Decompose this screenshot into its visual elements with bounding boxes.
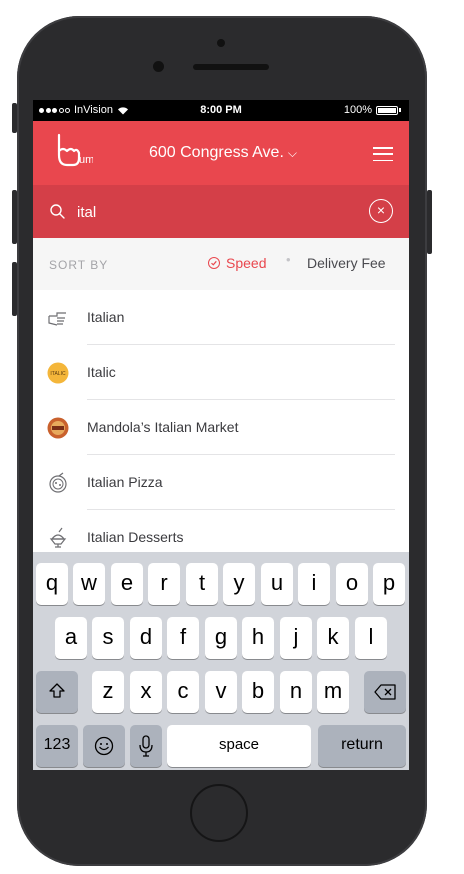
key-k[interactable]: k	[317, 617, 349, 659]
key-t[interactable]: t	[186, 563, 218, 605]
search-bar: ×	[33, 185, 409, 238]
result-label: Italian Desserts	[87, 529, 184, 545]
key-w[interactable]: w	[73, 563, 105, 605]
key-z[interactable]: z	[92, 671, 124, 713]
app-logo-icon[interactable]: um	[49, 131, 93, 175]
key-b[interactable]: b	[242, 671, 274, 713]
key-q[interactable]: q	[36, 563, 68, 605]
status-bar: InVision 8:00 PM 100%	[33, 100, 409, 121]
logo-text: um	[79, 154, 93, 166]
key-u[interactable]: u	[261, 563, 293, 605]
battery-icon	[376, 105, 398, 115]
microphone-icon	[139, 735, 153, 757]
keyboard-row-1: q w e r t y u i o p	[33, 563, 409, 605]
key-i[interactable]: i	[298, 563, 330, 605]
app-screen: InVision 8:00 PM 100% um 600 Congress Av…	[33, 100, 409, 770]
list-item[interactable]: ITALIC Italic	[33, 345, 409, 400]
keyboard-row-4: 123 space return	[33, 725, 409, 767]
address-label: 600 Congress Ave.	[148, 144, 284, 161]
result-label: Mandola’s Italian Market	[87, 419, 239, 435]
front-camera	[153, 61, 164, 72]
shift-arrow-icon	[49, 683, 65, 698]
key-h[interactable]: h	[242, 617, 274, 659]
key-o[interactable]: o	[336, 563, 368, 605]
space-key[interactable]: space	[167, 725, 311, 767]
result-label: Italic	[87, 364, 116, 380]
key-n[interactable]: n	[280, 671, 312, 713]
numbers-key[interactable]: 123	[36, 725, 78, 767]
shift-key[interactable]	[36, 671, 78, 713]
key-s[interactable]: s	[92, 617, 124, 659]
svg-text:ITALIC: ITALIC	[50, 371, 66, 377]
key-f[interactable]: f	[167, 617, 199, 659]
list-item[interactable]: Mandola’s Italian Market	[33, 400, 409, 455]
volume-down-button	[12, 262, 17, 316]
home-button[interactable]	[190, 784, 248, 842]
address-selector[interactable]: 600 Congress Ave. ⌵	[123, 121, 323, 185]
menu-icon[interactable]	[373, 147, 393, 161]
emoji-icon	[94, 736, 114, 756]
key-d[interactable]: d	[130, 617, 162, 659]
key-g[interactable]: g	[205, 617, 237, 659]
emoji-key[interactable]	[83, 725, 125, 767]
return-key[interactable]: return	[318, 725, 406, 767]
sort-option-delivery-fee[interactable]: Delivery Fee	[307, 255, 386, 271]
backspace-icon	[374, 684, 396, 700]
sundae-icon	[49, 527, 67, 548]
search-icon	[50, 204, 65, 219]
sort-option-speed[interactable]: Speed	[208, 255, 266, 271]
mute-switch	[12, 103, 17, 133]
power-button	[427, 190, 432, 254]
key-v[interactable]: v	[205, 671, 237, 713]
sort-separator: •	[286, 252, 291, 267]
app-header: um 600 Congress Ave. ⌵	[33, 121, 409, 185]
key-l[interactable]: l	[355, 617, 387, 659]
chevron-down-icon: ⌵	[287, 145, 297, 160]
search-input[interactable]	[77, 199, 357, 225]
earpiece-speaker	[193, 64, 269, 70]
results-list: Italian ITALIC Italic Mandola’s Italian …	[33, 290, 409, 565]
pizza-icon	[49, 472, 67, 493]
battery-percent: 100%	[343, 104, 372, 116]
mandolas-logo-icon	[47, 417, 69, 439]
key-e[interactable]: e	[111, 563, 143, 605]
key-p[interactable]: p	[373, 563, 405, 605]
key-c[interactable]: c	[167, 671, 199, 713]
key-y[interactable]: y	[223, 563, 255, 605]
key-a[interactable]: a	[55, 617, 87, 659]
key-m[interactable]: m	[317, 671, 349, 713]
dictation-key[interactable]	[130, 725, 162, 767]
delete-key[interactable]	[364, 671, 406, 713]
keyboard: q w e r t y u i o p a s d f g h j k l z …	[33, 552, 409, 770]
key-j[interactable]: j	[280, 617, 312, 659]
list-item[interactable]: Italian	[33, 290, 409, 345]
sensor-dot	[217, 39, 225, 47]
italic-logo-icon: ITALIC	[47, 362, 69, 384]
pointing-hand-icon	[48, 312, 66, 326]
list-item[interactable]: Italian Pizza	[33, 455, 409, 510]
check-circle-icon	[208, 257, 220, 269]
sort-by-label: SORT BY	[49, 258, 109, 272]
sort-bar: SORT BY Speed • Delivery Fee	[33, 238, 409, 290]
volume-up-button	[12, 190, 17, 244]
result-label: Italian Pizza	[87, 474, 163, 490]
result-label: Italian	[87, 309, 125, 325]
clear-search-button[interactable]: ×	[369, 199, 393, 223]
keyboard-row-2: a s d f g h j k l	[33, 617, 409, 659]
keyboard-row-3: z x c v b n m	[33, 671, 409, 713]
key-r[interactable]: r	[148, 563, 180, 605]
key-x[interactable]: x	[130, 671, 162, 713]
sort-speed-label: Speed	[226, 255, 267, 271]
